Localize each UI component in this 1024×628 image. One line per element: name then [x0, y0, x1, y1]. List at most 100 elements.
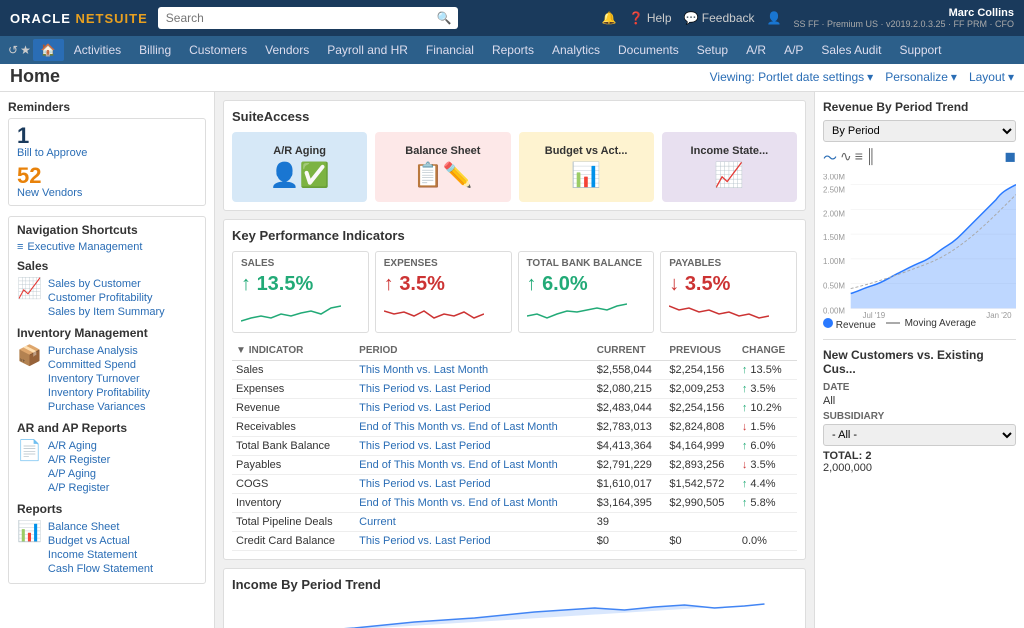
- col-indicator: ▼ INDICATOR: [232, 341, 355, 361]
- suite-card-ar-aging[interactable]: A/R Aging 👤✅: [232, 132, 367, 202]
- inventory-section-label: Inventory Management: [17, 326, 197, 340]
- reports-links: Balance Sheet Budget vs Actual Income St…: [48, 519, 153, 577]
- ap-register-link[interactable]: A/P Register: [48, 482, 110, 494]
- kpi-payables-label: PAYABLES: [669, 258, 788, 269]
- cell-indicator: COGS: [232, 475, 355, 494]
- cell-change: ↑ 13.5%: [738, 361, 797, 380]
- purchase-analysis-link[interactable]: Purchase Analysis: [48, 345, 150, 357]
- feedback-link[interactable]: 💬 Feedback: [684, 11, 755, 25]
- layout-link[interactable]: Layout ▾: [969, 70, 1014, 84]
- nav-item-billing[interactable]: Billing: [131, 39, 179, 61]
- nav-item-vendors[interactable]: Vendors: [257, 39, 317, 61]
- cell-change: [738, 513, 797, 532]
- nav-item-ar[interactable]: A/R: [738, 39, 774, 61]
- table-row: Receivables End of This Month vs. End of…: [232, 418, 797, 437]
- date-value: All: [823, 395, 1016, 407]
- nav-item-payroll[interactable]: Payroll and HR: [319, 39, 416, 61]
- kpi-cards: SALES ↑ 13.5% EXPENSES ↑ 3.5% TOTAL BANK…: [232, 251, 797, 333]
- user-icon: 👤: [767, 11, 782, 25]
- col-previous: PREVIOUS: [665, 341, 738, 361]
- chart-type-icons: 〜 ∿ ≡ ║ ◼: [823, 148, 1016, 168]
- subsidiary-dropdown[interactable]: - All -: [823, 424, 1016, 446]
- kpi-sales-sparkline: [241, 296, 341, 326]
- cell-indicator: Inventory: [232, 494, 355, 513]
- inventory-turnover-link[interactable]: Inventory Turnover: [48, 373, 150, 385]
- ar-aging-link[interactable]: A/R Aging: [48, 440, 110, 452]
- area-chart-icon[interactable]: 〜: [823, 148, 837, 168]
- sales-by-customer-link[interactable]: Sales by Customer: [48, 278, 165, 290]
- portlet-settings-link[interactable]: Viewing: Portlet date settings ▾: [710, 70, 874, 84]
- nav-item-ap[interactable]: A/P: [776, 39, 811, 61]
- suite-card-income[interactable]: Income State... 📈: [662, 132, 797, 202]
- cell-period: This Period vs. Last Period: [355, 380, 593, 399]
- cell-period: This Period vs. Last Period: [355, 532, 593, 551]
- legend-moving-avg: Moving Average: [886, 318, 976, 331]
- new-customers-title: New Customers vs. Existing Cus...: [823, 348, 1016, 376]
- column-chart-icon[interactable]: ║: [866, 148, 876, 168]
- kpi-sales-value: ↑ 13.5%: [241, 273, 360, 296]
- balance-sheet-link[interactable]: Balance Sheet: [48, 521, 153, 533]
- nav-item-support[interactable]: Support: [891, 39, 949, 61]
- ar-register-link[interactable]: A/R Register: [48, 454, 110, 466]
- inventory-profitability-link[interactable]: Inventory Profitability: [48, 387, 150, 399]
- reports-icon: 📊: [17, 519, 42, 544]
- nav-back-icon[interactable]: ↺: [8, 43, 18, 57]
- suite-card-balance-sheet[interactable]: Balance Sheet 📋✏️: [375, 132, 510, 202]
- suite-card-budget[interactable]: Budget vs Act... 📊: [519, 132, 654, 202]
- ap-aging-link[interactable]: A/P Aging: [48, 468, 110, 480]
- cell-change: ↑ 3.5%: [738, 380, 797, 399]
- kpi-title: Key Performance Indicators: [232, 228, 797, 243]
- line-chart-icon[interactable]: ∿: [840, 148, 852, 168]
- cell-current: $2,791,229: [593, 456, 666, 475]
- cell-indicator: Expenses: [232, 380, 355, 399]
- kpi-payables-value: ↓ 3.5%: [669, 273, 788, 296]
- purchase-variances-link[interactable]: Purchase Variances: [48, 401, 150, 413]
- cell-current: $2,483,044: [593, 399, 666, 418]
- by-period-dropdown[interactable]: By Period: [823, 120, 1016, 142]
- cell-indicator: Payables: [232, 456, 355, 475]
- customer-profitability-link[interactable]: Customer Profitability: [48, 292, 165, 304]
- cell-period: This Month vs. Last Month: [355, 361, 593, 380]
- reminder2-label[interactable]: New Vendors: [17, 187, 197, 199]
- nav-item-customers[interactable]: Customers: [181, 39, 255, 61]
- cell-indicator: Credit Card Balance: [232, 532, 355, 551]
- cash-flow-link[interactable]: Cash Flow Statement: [48, 563, 153, 575]
- svg-text:1.50M: 1.50M: [823, 233, 845, 242]
- personalize-link[interactable]: Personalize ▾: [885, 70, 957, 84]
- nav-star-icon[interactable]: ★: [20, 43, 31, 57]
- suite-access-widget: SuiteAccess A/R Aging 👤✅ Balance Sheet 📋…: [223, 100, 806, 211]
- kpi-expenses-label: EXPENSES: [384, 258, 503, 269]
- table-row: Credit Card Balance This Period vs. Last…: [232, 532, 797, 551]
- notification-icon[interactable]: 🔔: [602, 11, 617, 25]
- table-row: Revenue This Period vs. Last Period $2,4…: [232, 399, 797, 418]
- search-input[interactable]: [158, 7, 458, 29]
- nav-item-activities[interactable]: Activities: [66, 39, 129, 61]
- income-trend-title: Income By Period Trend: [232, 577, 797, 592]
- sales-by-item-link[interactable]: Sales by Item Summary: [48, 306, 165, 318]
- chart-legend: Revenue Moving Average: [823, 318, 1016, 331]
- budget-vs-actual-link[interactable]: Budget vs Actual: [48, 535, 153, 547]
- reminder1-label[interactable]: Bill to Approve: [17, 147, 197, 159]
- nav-item-setup[interactable]: Setup: [689, 39, 736, 61]
- nav-item-analytics[interactable]: Analytics: [544, 39, 608, 61]
- nav-item-documents[interactable]: Documents: [610, 39, 687, 61]
- nav-home-icon[interactable]: 🏠: [33, 39, 64, 61]
- nav-item-financial[interactable]: Financial: [418, 39, 482, 61]
- kpi-table: ▼ INDICATOR PERIOD CURRENT PREVIOUS CHAN…: [232, 341, 797, 551]
- committed-spend-link[interactable]: Committed Spend: [48, 359, 150, 371]
- kpi-card-bank: TOTAL BANK BALANCE ↑ 6.0%: [518, 251, 655, 333]
- help-link[interactable]: ❓ Help: [629, 11, 672, 25]
- sort-icon[interactable]: ▼: [236, 345, 246, 356]
- reminder1-num: 1: [17, 125, 197, 147]
- nav-item-reports[interactable]: Reports: [484, 39, 542, 61]
- table-row: Total Pipeline Deals Current 39: [232, 513, 797, 532]
- cell-indicator: Receivables: [232, 418, 355, 437]
- nav-item-sales-audit[interactable]: Sales Audit: [813, 39, 889, 61]
- income-statement-link[interactable]: Income Statement: [48, 549, 153, 561]
- bar-chart-icon[interactable]: ≡: [855, 148, 863, 168]
- area-filled-icon[interactable]: ◼: [1004, 148, 1016, 168]
- header-actions: Viewing: Portlet date settings ▾ Persona…: [710, 70, 1014, 84]
- kpi-card-sales: SALES ↑ 13.5%: [232, 251, 369, 333]
- exec-management-link[interactable]: ≡ Executive Management: [17, 241, 197, 253]
- revenue-trend-widget: Revenue By Period Trend By Period 〜 ∿ ≡ …: [823, 100, 1016, 331]
